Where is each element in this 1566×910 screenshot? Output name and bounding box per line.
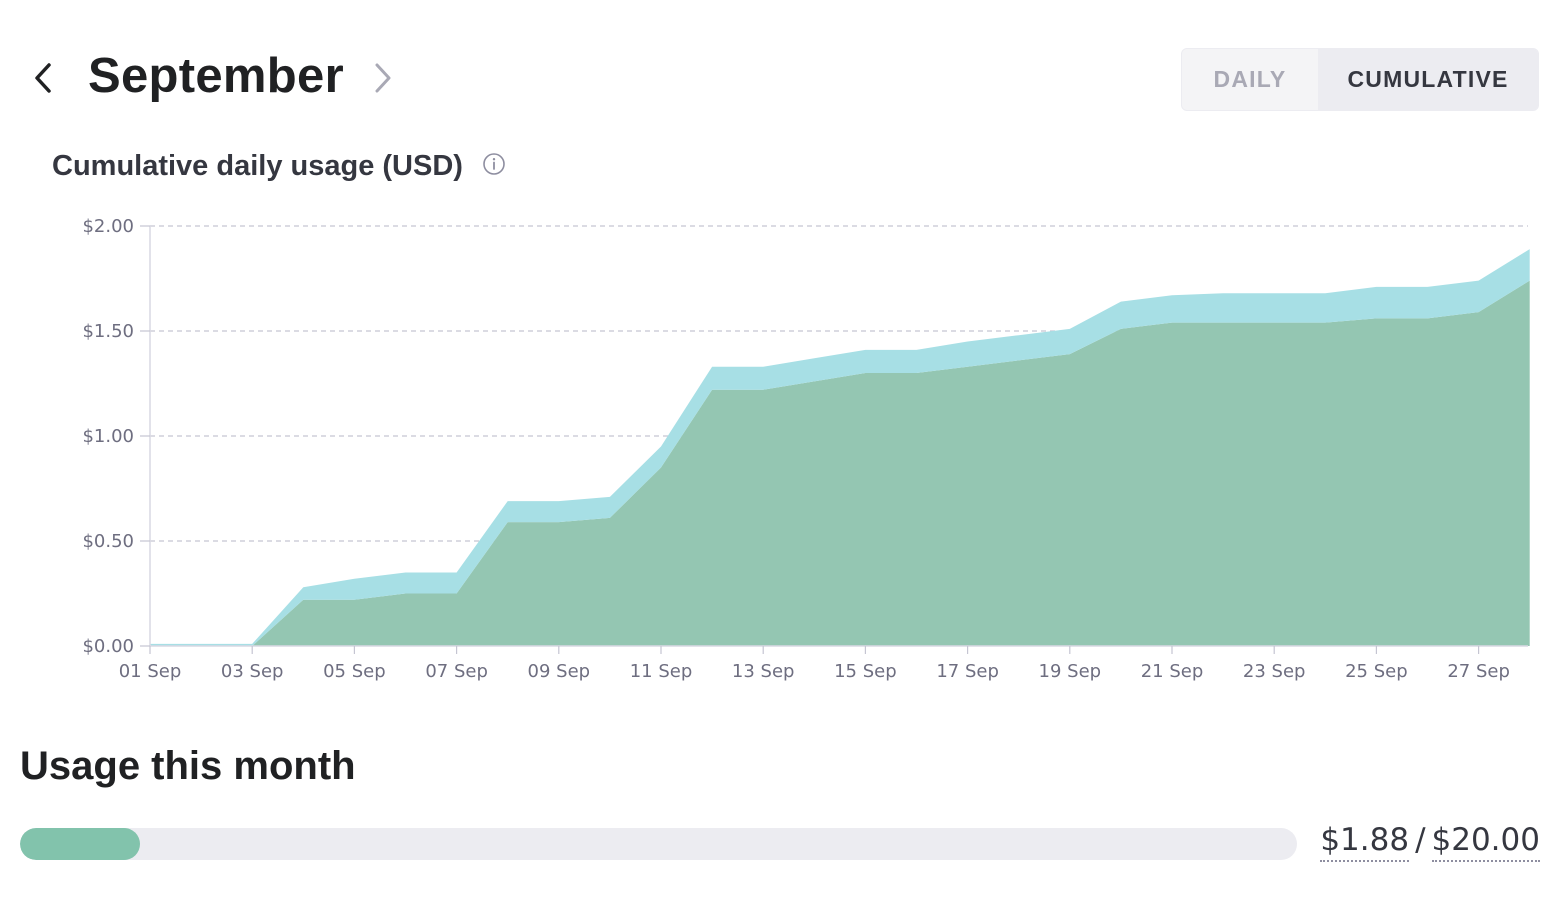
month-title: September [88,49,344,103]
x-tick-label: 27 Sep [1447,661,1510,682]
usage-limit-value[interactable]: $20.00 [1431,822,1540,862]
cumulative-toggle-button[interactable]: CUMULATIVE [1318,49,1538,110]
usage-spent-value[interactable]: $1.88 [1320,822,1410,862]
x-tick-label: 23 Sep [1243,661,1306,682]
x-tick-label: 11 Sep [630,661,693,682]
x-tick-label: 13 Sep [732,661,795,682]
y-tick-label: $2.00 [82,216,134,237]
x-tick-label: 05 Sep [323,661,386,682]
x-tick-label: 03 Sep [221,661,284,682]
previous-month-button[interactable] [22,52,64,104]
info-icon[interactable] [482,152,506,176]
x-tick-label: 21 Sep [1141,661,1204,682]
x-tick-label: 07 Sep [425,661,488,682]
usage-progress-fill [20,828,141,860]
x-tick-label: 17 Sep [936,661,999,682]
x-tick-label: 19 Sep [1039,661,1102,682]
y-tick-label: $0.50 [82,531,134,552]
chevron-left-icon [35,63,51,93]
x-tick-label: 01 Sep [119,661,182,682]
chevron-right-icon [375,63,391,93]
usage-chart: $0.00 $0.50 $1.00 $1.50 $2.00 01 Sep 03 Sep 05… [82,216,1530,682]
y-tick-label: $1.50 [82,321,134,342]
x-axis-ticks: 01 Sep 03 Sep 05 Sep 07 Sep 09 Sep 11 Sep 13 S… [119,646,1510,682]
view-toggle: DAILY CUMULATIVE [1181,48,1539,111]
chart-title: Cumulative daily usage (USD) [52,150,463,182]
usage-amount: $1.88/$20.00 [1320,822,1540,862]
y-tick-label: $0.00 [82,636,134,657]
daily-toggle-button[interactable]: DAILY [1182,49,1318,110]
usage-title: Usage this month [20,744,356,788]
usage-progress-bar [20,828,1297,860]
x-tick-label: 25 Sep [1345,661,1408,682]
x-tick-label: 09 Sep [528,661,591,682]
chart-areas [150,249,1530,646]
y-axis-ticks: $0.00 $0.50 $1.00 $1.50 $2.00 [82,216,150,657]
x-tick-label: 15 Sep [834,661,897,682]
next-month-button[interactable] [362,52,404,104]
usage-separator: / [1415,822,1426,858]
y-tick-label: $1.00 [82,426,134,447]
